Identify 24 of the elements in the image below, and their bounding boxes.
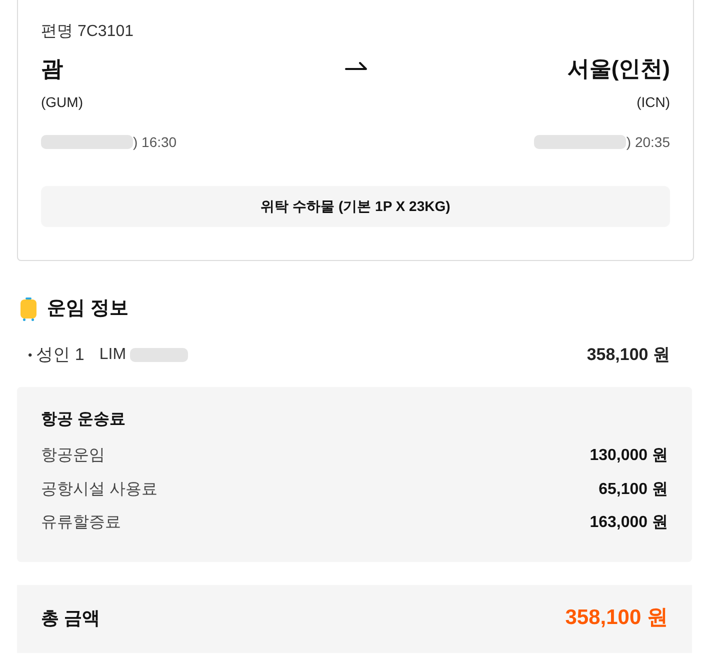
panel-title: 항공 운송료 bbox=[41, 410, 126, 430]
fare-label: 유류할증료 bbox=[41, 513, 121, 533]
fare-label: 항공운임 bbox=[41, 446, 105, 466]
total-amount: 358,100 원 bbox=[565, 605, 668, 631]
blurred-name bbox=[130, 348, 188, 362]
suitcase-icon bbox=[20, 297, 37, 321]
fare-amount: 130,000 원 bbox=[590, 446, 668, 466]
departure-time: ) 16:30 bbox=[133, 133, 177, 152]
fare-amount: 163,000 원 bbox=[590, 513, 668, 533]
passenger-amount: 358,100 원 bbox=[586, 344, 670, 366]
destination-code: (ICN) bbox=[636, 93, 670, 112]
arrival-time: ) 20:35 bbox=[626, 133, 670, 152]
fare-label: 공항시설 사용료 bbox=[41, 480, 158, 500]
fare-amount: 65,100 원 bbox=[598, 480, 668, 500]
total-label: 총 금액 bbox=[41, 607, 100, 630]
passenger-name: LIM bbox=[99, 345, 126, 365]
bullet-icon: • bbox=[28, 343, 32, 367]
baggage-button[interactable]: 위탁 수하물 (기본 1P X 23KG) bbox=[41, 186, 670, 227]
flight-number: 편명 7C3101 bbox=[41, 22, 134, 42]
section-title: 운임 정보 bbox=[47, 297, 128, 321]
passenger-type: 성인 1 bbox=[36, 344, 84, 366]
origin-city: 괌 bbox=[41, 55, 63, 83]
destination-city: 서울(인천) bbox=[567, 55, 670, 83]
origin-code: (GUM) bbox=[41, 93, 83, 112]
